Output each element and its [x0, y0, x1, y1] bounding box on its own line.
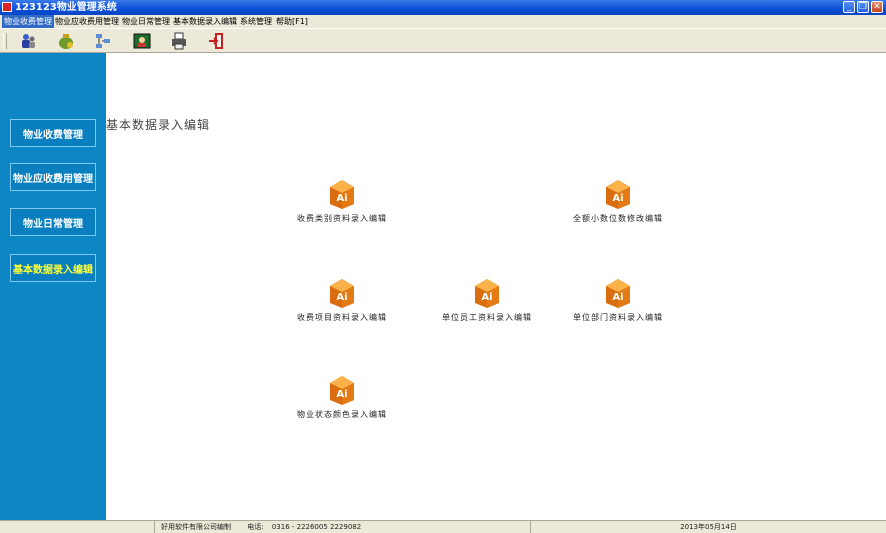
menu-basic-data[interactable]: 基本数据录入编辑	[171, 15, 239, 28]
users-icon[interactable]	[18, 32, 38, 50]
network-icon[interactable]	[93, 32, 113, 50]
feature-employees[interactable]: Ai 单位员工资料录入编辑	[412, 276, 562, 323]
ai-file-icon: Ai	[606, 279, 630, 308]
status-company: 好用软件有限公司编制	[161, 523, 231, 531]
feature-decimal-digits[interactable]: Ai 全额小数位数修改编辑	[543, 177, 693, 224]
minimize-icon[interactable]: _	[843, 1, 855, 13]
status-phone: 0316 - 2226005 2229082	[271, 523, 362, 531]
exit-door-icon[interactable]	[207, 32, 227, 50]
feature-status-colors[interactable]: Ai 物业状态颜色录入编辑	[267, 373, 417, 420]
window-title: 123123物业管理系统	[15, 2, 117, 13]
status-segment-empty	[0, 521, 155, 533]
svg-text:Ai: Ai	[336, 389, 347, 400]
sidebar-item-basic-data[interactable]: 基本数据录入编辑	[10, 254, 96, 282]
menu-help[interactable]: 帮助[F1]	[274, 15, 310, 28]
money-bag-icon[interactable]	[56, 32, 76, 50]
menu-property-charges[interactable]: 物业收费管理	[2, 15, 54, 28]
title-bar: 123123物业管理系统 _ ❐ ✕	[0, 0, 886, 15]
feature-charge-category[interactable]: Ai 收费类别资料录入编辑	[267, 177, 417, 224]
menu-bar: 物业收费管理 物业应收费用管理 物业日常管理 基本数据录入编辑 系统管理 帮助[…	[0, 15, 886, 28]
status-phone-label: 电话:	[247, 523, 264, 531]
close-icon[interactable]: ✕	[871, 1, 883, 13]
ai-file-icon: Ai	[606, 180, 630, 209]
svg-text:Ai: Ai	[481, 292, 492, 303]
status-segment-info: 好用软件有限公司编制 电话: 0316 - 2226005 2229082	[155, 521, 531, 533]
feature-label: 单位部门资料录入编辑	[573, 313, 663, 322]
feature-departments[interactable]: Ai 单位部门资料录入编辑	[543, 276, 693, 323]
svg-text:Ai: Ai	[336, 193, 347, 204]
sidebar-item-property-charges[interactable]: 物业收费管理	[10, 119, 96, 147]
ai-file-icon: Ai	[330, 180, 354, 209]
app-icon	[2, 2, 12, 12]
status-date: 2013年05月14日	[680, 523, 737, 531]
feature-label: 收费类别资料录入编辑	[297, 214, 387, 223]
ai-file-icon: Ai	[330, 279, 354, 308]
ai-file-icon: Ai	[475, 279, 499, 308]
status-bar: 好用软件有限公司编制 电话: 0316 - 2226005 2229082 20…	[0, 520, 886, 533]
svg-text:Ai: Ai	[612, 292, 623, 303]
printer-icon[interactable]	[169, 32, 189, 50]
svg-text:Ai: Ai	[336, 292, 347, 303]
toolbar	[0, 28, 886, 53]
feature-label: 物业状态颜色录入编辑	[297, 410, 387, 419]
feature-label: 收费项目资料录入编辑	[297, 313, 387, 322]
picture-icon[interactable]	[132, 32, 152, 50]
sidebar: 物业收费管理 物业应收费用管理 物业日常管理 基本数据录入编辑	[0, 53, 106, 520]
main-panel: 基本数据录入编辑 Ai 收费类别资料录入编辑 Ai 全额小数位数修改编辑 Ai …	[106, 53, 886, 520]
menu-daily-management[interactable]: 物业日常管理	[120, 15, 172, 28]
svg-text:Ai: Ai	[612, 193, 623, 204]
feature-label: 全额小数位数修改编辑	[573, 214, 663, 223]
feature-label: 单位员工资料录入编辑	[442, 313, 532, 322]
sidebar-item-receivable-fees[interactable]: 物业应收费用管理	[10, 163, 96, 191]
ai-file-icon: Ai	[330, 376, 354, 405]
toolbar-grip[interactable]	[3, 33, 7, 49]
sidebar-item-daily-management[interactable]: 物业日常管理	[10, 208, 96, 236]
menu-system[interactable]: 系统管理	[238, 15, 274, 28]
page-title: 基本数据录入编辑	[106, 118, 211, 132]
feature-charge-items[interactable]: Ai 收费项目资料录入编辑	[267, 276, 417, 323]
restore-icon[interactable]: ❐	[857, 1, 869, 13]
menu-receivable-fees[interactable]: 物业应收费用管理	[53, 15, 121, 28]
